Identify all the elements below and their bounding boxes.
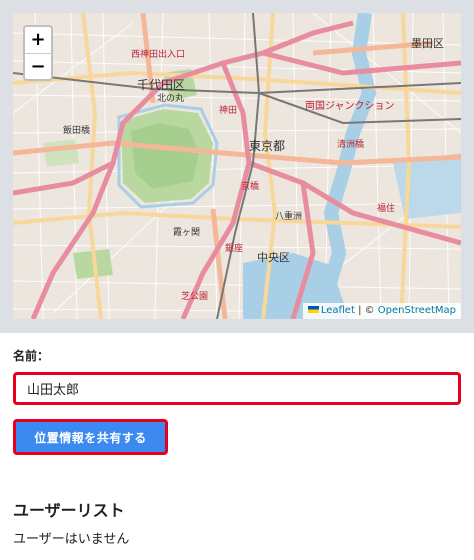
user-list-empty-message: ユーザーはいません	[13, 532, 130, 547]
map-label-chiyoda: 千代田区	[137, 78, 185, 92]
map-label-ryogoku: 両国ジャンクション	[305, 100, 395, 112]
share-location-button[interactable]: 位置情報を共有する	[13, 419, 168, 455]
zoom-out-button[interactable]: −	[25, 53, 51, 79]
map[interactable]: 千代田区 東京都 中央区 墨田区 両国ジャンクション 神田 西神田出入口 北の丸…	[13, 13, 461, 319]
map-label-kitanomaru: 北の丸	[157, 92, 184, 104]
map-attribution: Leaflet | © OpenStreetMap	[302, 303, 461, 319]
attribution-separator: | ©	[354, 305, 378, 316]
map-label-sumida: 墨田区	[411, 37, 444, 50]
map-label-chuo: 中央区	[257, 251, 290, 264]
map-tiles[interactable]: 千代田区 東京都 中央区 墨田区 両国ジャンクション 神田 西神田出入口 北の丸…	[13, 13, 461, 319]
name-input[interactable]	[13, 372, 461, 405]
leaflet-link[interactable]: Leaflet	[321, 305, 355, 316]
map-label-kasumigaseki: 霞ヶ関	[173, 227, 200, 238]
map-water-east	[393, 153, 461, 219]
map-label-kanda: 神田	[219, 104, 237, 116]
map-label-shiba: 芝公園	[181, 290, 208, 302]
ukraine-flag-icon	[307, 306, 319, 313]
map-panel: 千代田区 東京都 中央区 墨田区 両国ジャンクション 神田 西神田出入口 北の丸…	[0, 0, 474, 333]
zoom-control: + −	[23, 25, 53, 81]
zoom-in-button[interactable]: +	[25, 27, 51, 53]
openstreetmap-link[interactable]: OpenStreetMap	[378, 305, 456, 316]
map-park-west	[43, 139, 79, 167]
map-label-kyobashi: 京橋	[241, 180, 259, 192]
map-label-kiyosubashi: 清洲橋	[337, 138, 364, 150]
map-label-iidabashi: 飯田橋	[63, 124, 90, 136]
map-label-tokyo: 東京都	[249, 139, 285, 153]
map-label-ginza: 銀座	[225, 242, 243, 254]
map-label-nishikanda: 西神田出入口	[131, 48, 185, 60]
map-label-fukagawa: 福住	[377, 202, 395, 214]
name-label: 名前：	[13, 349, 50, 363]
user-list-title: ユーザーリスト	[13, 501, 125, 520]
map-label-yaesu: 八重洲	[275, 210, 302, 222]
